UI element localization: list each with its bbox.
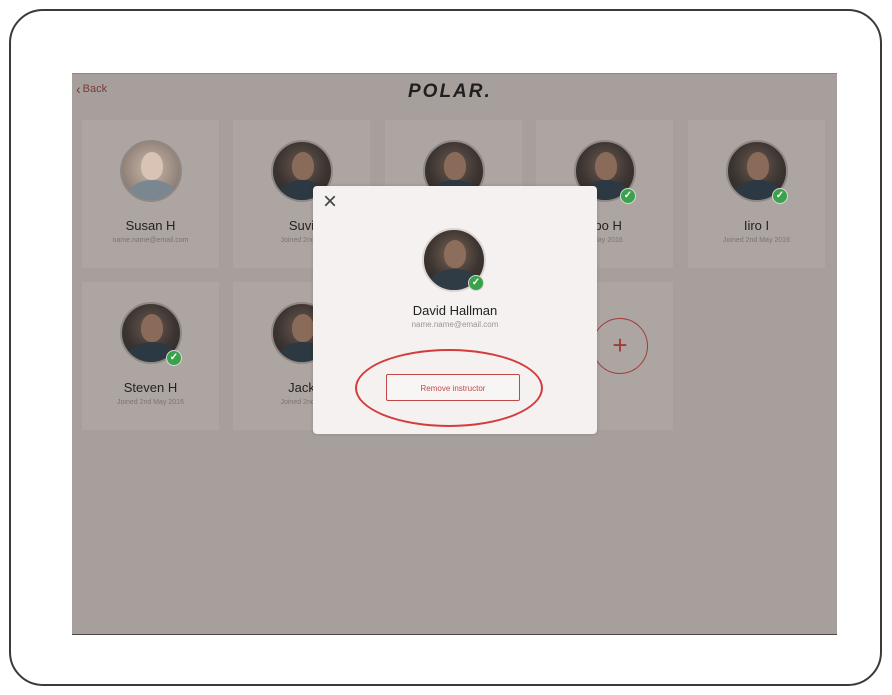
back-button[interactable]: ‹ Back [76, 80, 108, 97]
member-subtitle: Joined 2nd May 2016 [723, 237, 790, 244]
member-card[interactable]: ✓ Iiro I Joined 2nd May 2016 [688, 120, 825, 268]
chevron-left-icon: ‹ [76, 80, 81, 97]
verified-check-icon: ✓ [166, 350, 182, 366]
member-name: Susan H [125, 218, 176, 233]
instructor-email: name.name@email.com [411, 320, 499, 329]
add-member-button[interactable]: + [592, 318, 648, 374]
logo-text: POLAR. [408, 81, 492, 102]
member-subtitle: Joined 2nd May 2016 [117, 399, 184, 406]
close-icon[interactable]: × [318, 188, 342, 216]
instructor-name: David Hallman [412, 303, 498, 318]
verified-check-icon: ✓ [620, 188, 636, 204]
member-subtitle: name.name@email.com [112, 237, 189, 244]
member-name: Steven H [123, 380, 178, 395]
verified-check-icon: ✓ [772, 188, 788, 204]
member-name: Iiro I [743, 218, 770, 233]
remove-instructor-button[interactable]: Remove instructor [386, 374, 520, 401]
instructor-dialog: × ✓ David Hallman name.name@email.com Re… [313, 186, 597, 434]
back-label: Back [82, 83, 108, 95]
polar-logo: POLAR. [408, 81, 492, 103]
verified-check-icon: ✓ [468, 275, 484, 291]
member-card[interactable]: Susan H name.name@email.com [82, 120, 219, 268]
avatar [120, 140, 182, 202]
top-bar: ‹ Back POLAR. [72, 74, 837, 107]
member-card[interactable]: ✓ Steven H Joined 2nd May 2016 [82, 282, 219, 430]
